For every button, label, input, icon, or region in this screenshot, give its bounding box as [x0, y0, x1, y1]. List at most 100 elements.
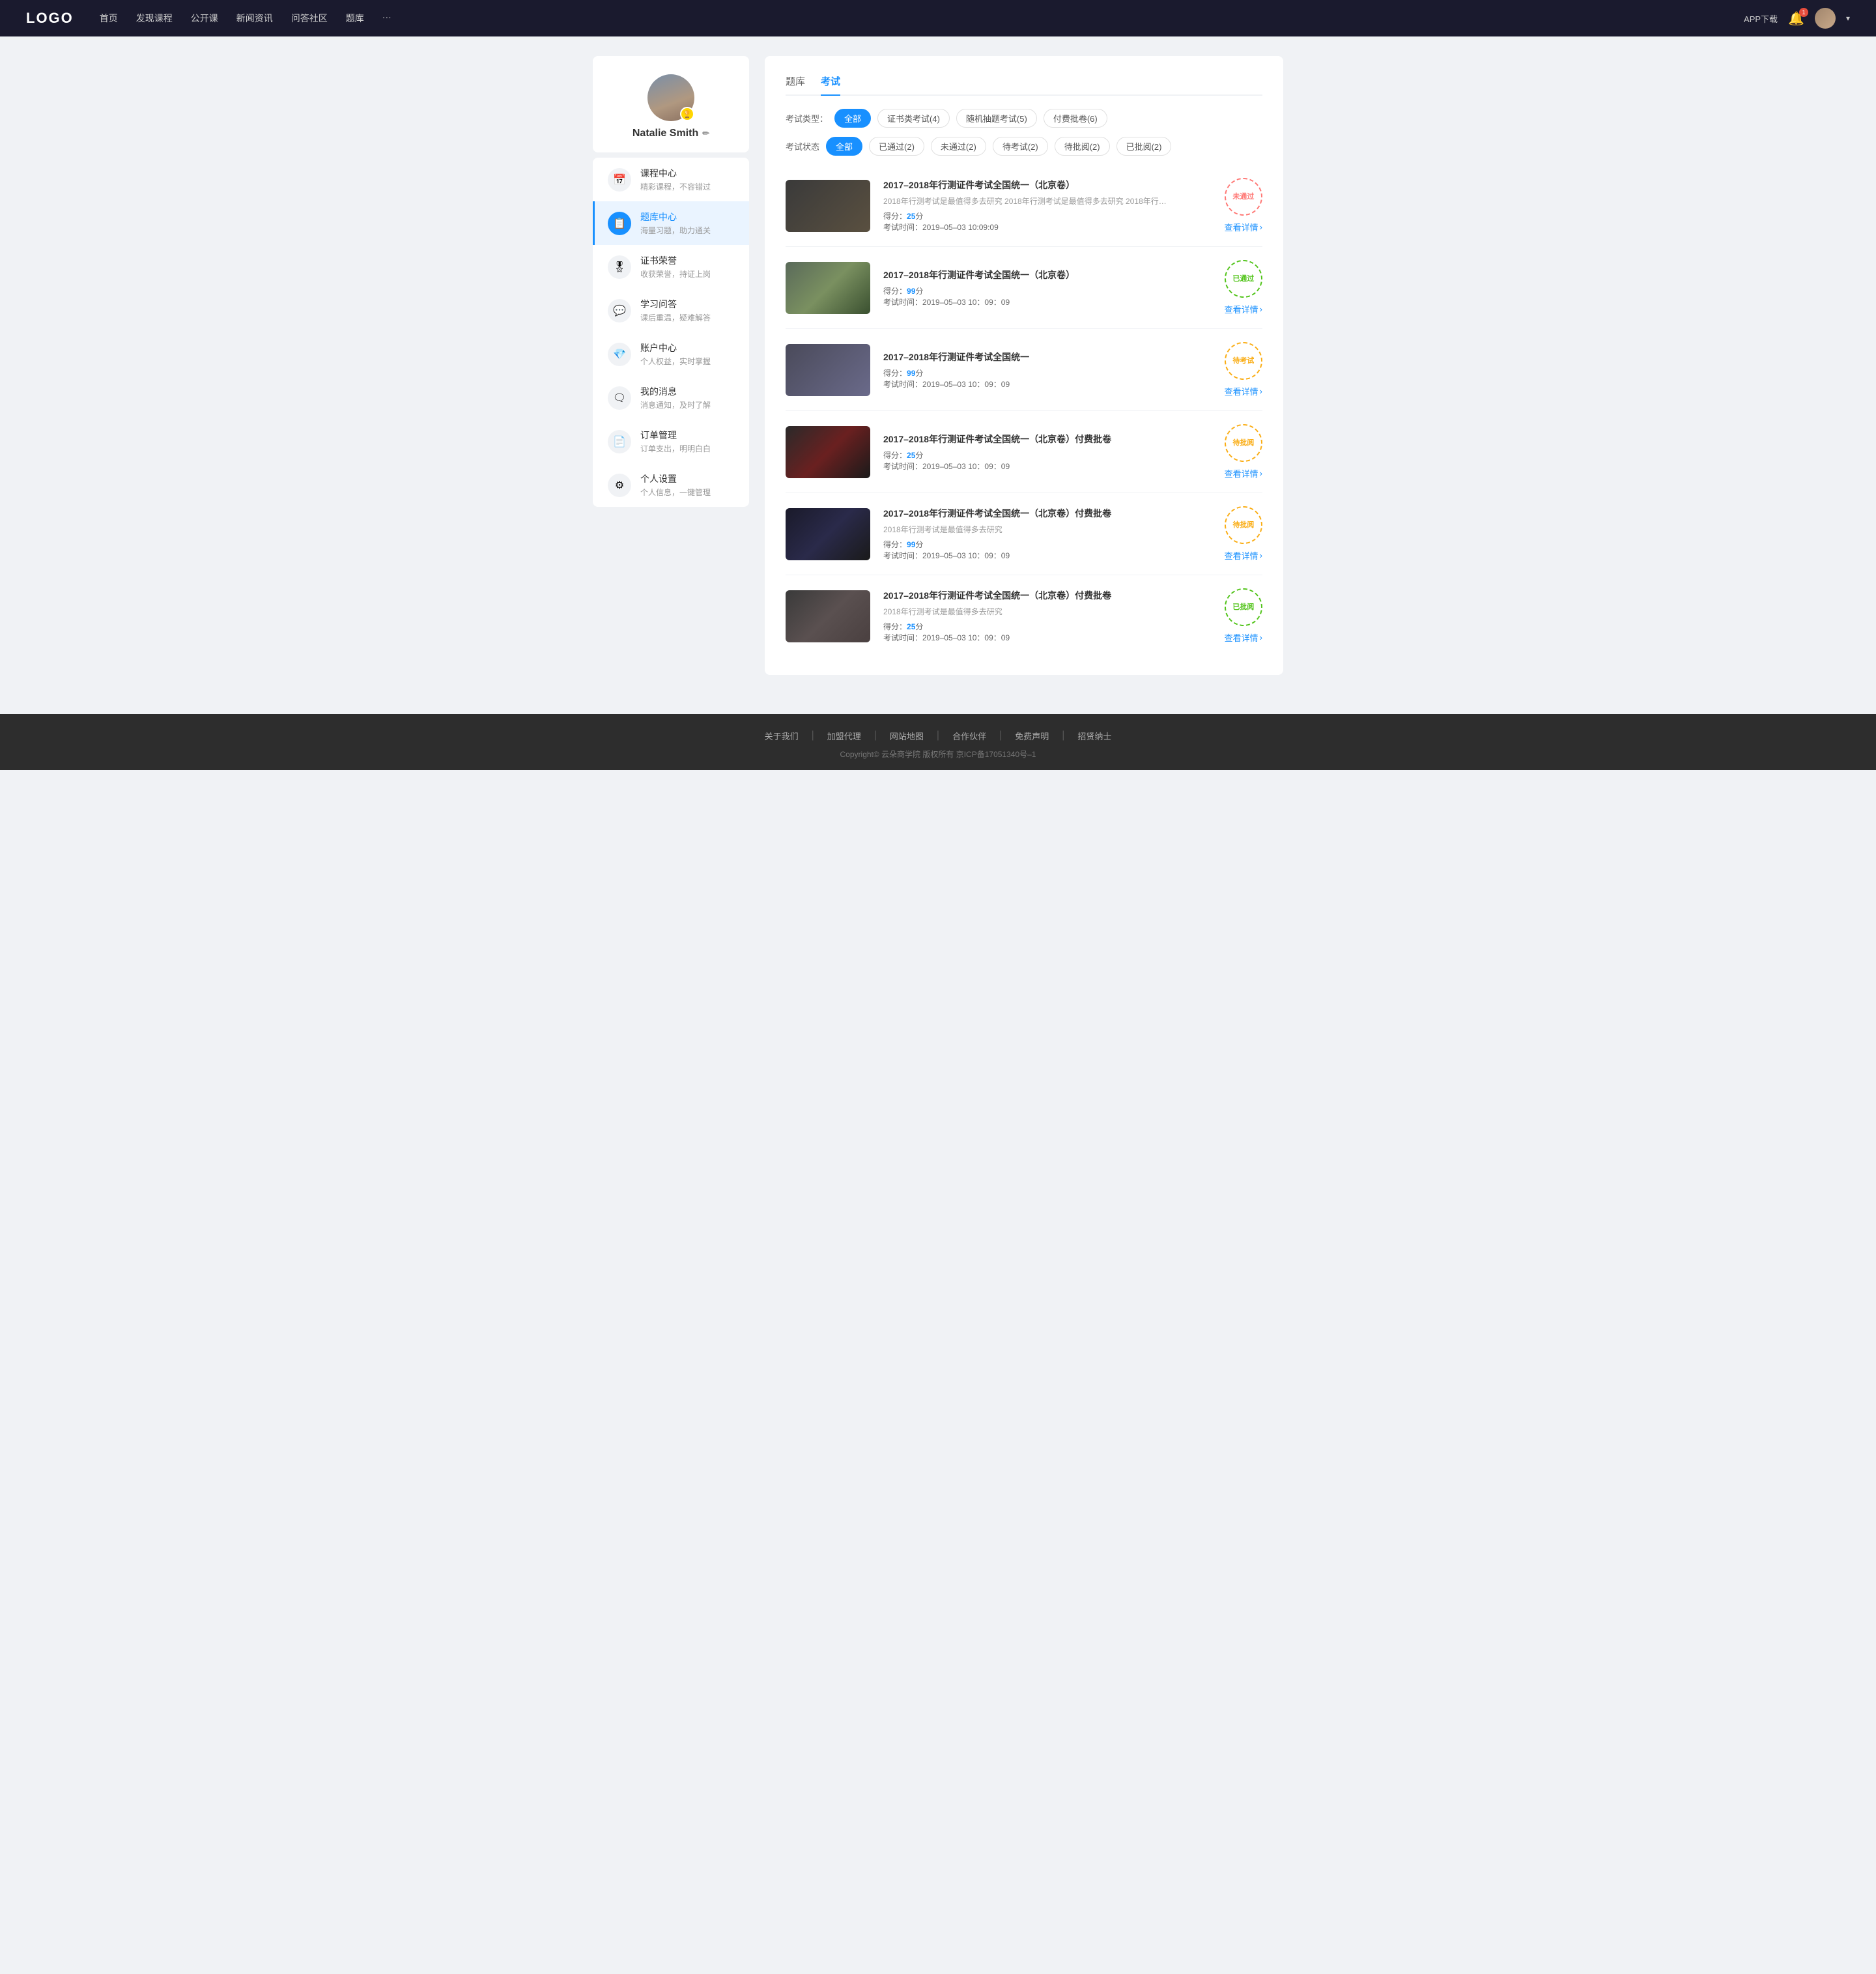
main-content: 题库考试 考试类型： 全部证书类考试(4)随机抽题考试(5)付费批卷(6) 考试… — [765, 56, 1283, 675]
exam-detail-link-2[interactable]: 查看详情 › — [1225, 303, 1262, 315]
exam-type-filter-付费批卷(6)[interactable]: 付费批卷(6) — [1044, 109, 1107, 128]
navbar-menu-item-open-course[interactable]: 公开课 — [191, 12, 218, 25]
page-container: 🏆 Natalie Smith ✏ 📅 课程中心 精彩课程，不容错过 📋 题库中… — [580, 36, 1296, 714]
nav-label-account: 账户中心 — [640, 341, 711, 354]
nav-desc-settings: 个人信息，一键管理 — [640, 487, 711, 498]
logo[interactable]: LOGO — [26, 10, 74, 27]
sidebar-item-certificate[interactable]: 🎖 证书荣誉 收获荣誉，持证上岗 — [593, 245, 749, 289]
navbar-menu-item-question-bank[interactable]: 题库 — [346, 12, 364, 25]
exam-status-filter-全部[interactable]: 全部 — [826, 137, 862, 156]
nav-icon-messages: 🗨 — [608, 386, 631, 410]
nav-desc-question-bank: 海量习题，助力通关 — [640, 225, 711, 236]
chevron-right-icon-5: › — [1260, 551, 1262, 560]
exam-item-2: 2017–2018年行测证件考试全国统一（北京卷） 得分：99分 考试时间：20… — [786, 247, 1262, 329]
sidebar-item-messages[interactable]: 🗨 我的消息 消息通知，及时了解 — [593, 376, 749, 420]
exam-detail-link-4[interactable]: 查看详情 › — [1225, 467, 1262, 479]
exam-time-1: 考试时间：2019–05–03 10:09:09 — [883, 222, 1212, 233]
exam-type-filter-随机抽题考试(5)[interactable]: 随机抽题考试(5) — [956, 109, 1037, 128]
avatar-image — [1815, 8, 1836, 29]
footer-link-0[interactable]: 关于我们 — [765, 730, 799, 742]
username-text: Natalie Smith — [632, 128, 698, 139]
exam-stamp-5: 待批阅 — [1225, 506, 1262, 544]
sidebar-item-question-bank[interactable]: 📋 题库中心 海量习题，助力通关 — [593, 201, 749, 245]
chevron-down-icon[interactable]: ▾ — [1846, 14, 1850, 23]
nav-icon-question-bank: 📋 — [608, 212, 631, 235]
nav-desc-orders: 订单支出，明明白白 — [640, 443, 711, 454]
exam-item-5: 2017–2018年行测证件考试全国统一（北京卷）付费批卷 2018年行测考试是… — [786, 493, 1262, 575]
footer-link-5[interactable]: 招贤纳士 — [1077, 730, 1111, 742]
footer-link-4[interactable]: 免费声明 — [1015, 730, 1049, 742]
exam-time-3: 考试时间：2019–05–03 10：09：09 — [883, 379, 1212, 390]
footer-link-1[interactable]: 加盟代理 — [827, 730, 861, 742]
nav-icon-account: 💎 — [608, 343, 631, 366]
chevron-right-icon-6: › — [1260, 633, 1262, 642]
nav-icon-certificate: 🎖 — [608, 255, 631, 279]
exam-score-2: 得分：99分 — [883, 285, 1212, 296]
navbar-menu-item-qa[interactable]: 问答社区 — [291, 12, 328, 25]
exam-thumb-6 — [786, 590, 870, 642]
footer-copyright: Copyright© 云朵商学院 版权所有 京ICP备17051340号–1 — [0, 749, 1876, 760]
sidebar-item-settings[interactable]: ⚙ 个人设置 个人信息，一键管理 — [593, 463, 749, 507]
navbar-menu-item-discover[interactable]: 发现课程 — [136, 12, 173, 25]
footer-link-2[interactable]: 网站地图 — [890, 730, 924, 742]
avatar[interactable] — [1815, 8, 1836, 29]
detail-link-text-2: 查看详情 — [1225, 303, 1258, 315]
exam-status-filter-待考试(2)[interactable]: 待考试(2) — [993, 137, 1048, 156]
exam-info-1: 2017–2018年行测证件考试全国统一（北京卷） 2018年行测考试是最值得多… — [883, 179, 1212, 233]
sidebar-item-course-center[interactable]: 📅 课程中心 精彩课程，不容错过 — [593, 158, 749, 201]
tab-考试[interactable]: 考试 — [821, 74, 840, 94]
exam-right-5: 待批阅 查看详情 › — [1225, 506, 1262, 562]
nav-text-orders: 订单管理 订单支出，明明白白 — [640, 429, 711, 454]
exam-thumb-4 — [786, 426, 870, 478]
exam-info-5: 2017–2018年行测证件考试全国统一（北京卷）付费批卷 2018年行测考试是… — [883, 507, 1212, 561]
exam-stamp-2: 已通过 — [1225, 260, 1262, 298]
app-download-link[interactable]: APP下载 — [1744, 12, 1778, 25]
exam-list: 2017–2018年行测证件考试全国统一（北京卷） 2018年行测考试是最值得多… — [786, 165, 1262, 657]
exam-type-filter-证书类考试(4)[interactable]: 证书类考试(4) — [877, 109, 950, 128]
nav-icon-course-center: 📅 — [608, 168, 631, 192]
exam-status-filter-已批阅(2)[interactable]: 已批阅(2) — [1116, 137, 1172, 156]
exam-detail-link-5[interactable]: 查看详情 › — [1225, 549, 1262, 562]
tab-题库[interactable]: 题库 — [786, 74, 805, 94]
sidebar-item-orders[interactable]: 📄 订单管理 订单支出，明明白白 — [593, 420, 749, 463]
exam-title-6: 2017–2018年行测证件考试全国统一（北京卷）付费批卷 — [883, 589, 1212, 602]
detail-link-text-6: 查看详情 — [1225, 631, 1258, 644]
footer-divider-1: | — [874, 730, 877, 742]
detail-link-text-3: 查看详情 — [1225, 385, 1258, 397]
sidebar-item-account[interactable]: 💎 账户中心 个人权益，实时掌握 — [593, 332, 749, 376]
exam-status-filter-row: 考试状态 全部已通过(2) 未通过(2) 待考试(2) 待批阅(2) 已批阅(2) — [786, 137, 1262, 156]
navbar-menu-item-home[interactable]: 首页 — [100, 12, 118, 25]
navbar-menu: 首页 发现课程 公开课 新闻资讯 问答社区 题库 ··· — [100, 12, 1744, 25]
exam-status-label: 考试状态 — [786, 140, 819, 152]
exam-detail-link-3[interactable]: 查看详情 › — [1225, 385, 1262, 397]
exam-time-6: 考试时间：2019–05–03 10：09：09 — [883, 632, 1212, 643]
exam-detail-link-6[interactable]: 查看详情 › — [1225, 631, 1262, 644]
sidebar-nav: 📅 课程中心 精彩课程，不容错过 📋 题库中心 海量习题，助力通关 🎖 证书荣誉… — [593, 158, 749, 507]
exam-item-4: 2017–2018年行测证件考试全国统一（北京卷）付费批卷 得分：25分 考试时… — [786, 411, 1262, 493]
exam-time-4: 考试时间：2019–05–03 10：09：09 — [883, 461, 1212, 472]
sidebar-username: Natalie Smith ✏ — [606, 128, 736, 139]
exam-status-filter-已通过(2)[interactable]: 已通过(2) — [869, 137, 924, 156]
exam-status-filter-未通过(2)[interactable]: 未通过(2) — [931, 137, 986, 156]
sidebar-item-study-qa[interactable]: 💬 学习问答 课后重温，疑难解答 — [593, 289, 749, 332]
exam-detail-link-1[interactable]: 查看详情 › — [1225, 221, 1262, 233]
footer-link-3[interactable]: 合作伙伴 — [952, 730, 986, 742]
exam-item-1: 2017–2018年行测证件考试全国统一（北京卷） 2018年行测考试是最值得多… — [786, 165, 1262, 247]
exam-title-2: 2017–2018年行测证件考试全国统一（北京卷） — [883, 268, 1212, 281]
navbar-menu-item-more[interactable]: ··· — [382, 12, 391, 25]
edit-profile-icon[interactable]: ✏ — [702, 128, 709, 139]
exam-status-filter-待批阅(2)[interactable]: 待批阅(2) — [1055, 137, 1110, 156]
nav-text-study-qa: 学习问答 课后重温，疑难解答 — [640, 298, 711, 323]
notification-bell[interactable]: 🔔 1 — [1788, 10, 1804, 27]
footer: 关于我们|加盟代理|网站地图|合作伙伴|免费声明|招贤纳士 Copyright©… — [0, 714, 1876, 770]
exam-thumb-1 — [786, 180, 870, 232]
nav-text-question-bank: 题库中心 海量习题，助力通关 — [640, 210, 711, 236]
exam-time-2: 考试时间：2019–05–03 10：09：09 — [883, 296, 1212, 308]
nav-text-course-center: 课程中心 精彩课程，不容错过 — [640, 167, 711, 192]
nav-label-course-center: 课程中心 — [640, 167, 711, 180]
exam-item-6: 2017–2018年行测证件考试全国统一（北京卷）付费批卷 2018年行测考试是… — [786, 575, 1262, 657]
exam-title-3: 2017–2018年行测证件考试全国统一 — [883, 350, 1212, 364]
exam-type-filter-全部[interactable]: 全部 — [834, 109, 871, 128]
navbar-menu-item-news[interactable]: 新闻资讯 — [236, 12, 273, 25]
chevron-right-icon-1: › — [1260, 222, 1262, 232]
